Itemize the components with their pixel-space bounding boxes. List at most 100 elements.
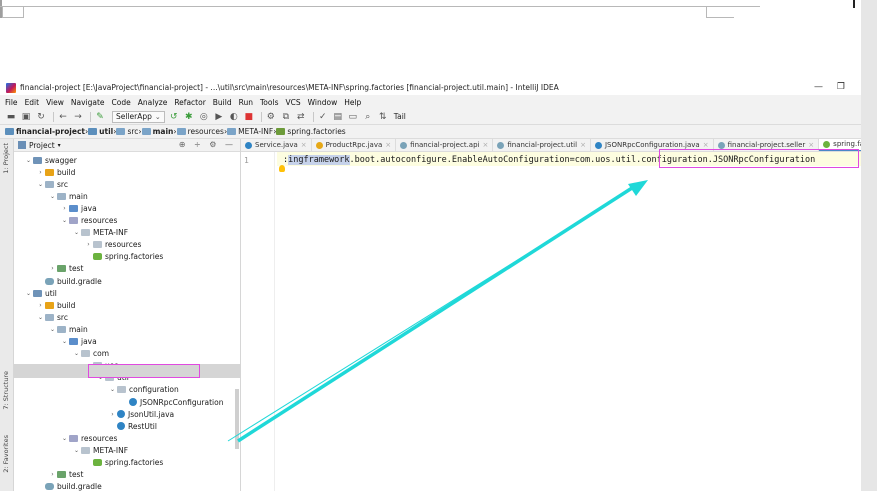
- back-icon[interactable]: ←: [57, 111, 69, 123]
- breadcrumb-item[interactable]: financial-project: [5, 127, 85, 136]
- tree-item[interactable]: › build: [36, 166, 75, 178]
- structure-tool-tab[interactable]: 7: Structure: [2, 371, 10, 410]
- tree-item[interactable]: build.gradle: [36, 275, 102, 287]
- tree-item[interactable]: JSONRpcConfiguration: [120, 396, 223, 408]
- maximize-button[interactable]: ❐: [837, 82, 845, 92]
- terminal-icon[interactable]: ▭: [347, 111, 359, 123]
- chevron-right-icon[interactable]: ›: [36, 169, 45, 176]
- tree-item[interactable]: › test: [48, 263, 83, 275]
- breadcrumb-item[interactable]: spring.factories: [276, 127, 346, 136]
- open-folder-icon[interactable]: ▬: [5, 111, 17, 123]
- close-icon[interactable]: ×: [580, 141, 586, 149]
- search-icon[interactable]: ⌕: [362, 111, 374, 123]
- chevron-down-icon[interactable]: ⌄: [60, 435, 69, 442]
- chevron-down-icon[interactable]: ▾: [58, 142, 61, 149]
- settings-wrench-icon[interactable]: ✓: [317, 111, 329, 123]
- profile-icon[interactable]: ◐: [228, 111, 240, 123]
- tree-item[interactable]: › JsonUtil.java: [108, 408, 174, 420]
- chevron-down-icon[interactable]: ⌄: [36, 181, 45, 188]
- save-all-icon[interactable]: ▣: [20, 111, 32, 123]
- project-structure-icon[interactable]: ▤: [332, 111, 344, 123]
- close-icon[interactable]: ×: [301, 141, 307, 149]
- minimize-button[interactable]: —: [814, 82, 823, 92]
- debug-icon[interactable]: ✱: [183, 111, 195, 123]
- chevron-down-icon[interactable]: ⌄: [108, 386, 117, 393]
- tree-item[interactable]: spring.factories: [84, 251, 163, 263]
- breadcrumb-item[interactable]: META-INF: [227, 127, 273, 136]
- editor-tab[interactable]: ProductRpc.java ×: [312, 139, 397, 151]
- tree-item[interactable]: RestUtil: [108, 420, 157, 432]
- menu-item-file[interactable]: File: [5, 98, 18, 107]
- gradle-icon[interactable]: ⚙: [265, 111, 277, 123]
- menu-item-run[interactable]: Run: [239, 98, 253, 107]
- chevron-down-icon[interactable]: ⌄: [24, 157, 33, 164]
- tree-item[interactable]: › test: [48, 469, 83, 481]
- editor-tab[interactable]: financial-project.util ×: [493, 139, 591, 151]
- tree-item[interactable]: ⌄ configuration: [108, 384, 179, 396]
- menu-item-help[interactable]: Help: [344, 98, 361, 107]
- diff-icon[interactable]: ⇄: [295, 111, 307, 123]
- tree-item[interactable]: ⌄ src: [36, 311, 68, 323]
- chevron-down-icon[interactable]: ⌄: [60, 217, 69, 224]
- tree-item[interactable]: ⌄ src: [36, 178, 68, 190]
- stop-icon[interactable]: ■: [243, 111, 255, 123]
- tree-item[interactable]: ⌄ main: [48, 190, 88, 202]
- editor-tab[interactable]: financial-project.api ×: [396, 139, 494, 151]
- close-icon[interactable]: ×: [703, 141, 709, 149]
- breadcrumb-item[interactable]: main: [141, 127, 173, 136]
- run-icon[interactable]: ▶: [213, 111, 225, 123]
- build-hammer-icon[interactable]: ✎: [94, 111, 106, 123]
- tree-item[interactable]: ⌄ META-INF: [72, 227, 128, 239]
- chevron-down-icon[interactable]: ⌄: [36, 314, 45, 321]
- menu-item-build[interactable]: Build: [213, 98, 232, 107]
- chevron-down-icon[interactable]: ⌄: [60, 338, 69, 345]
- chevron-right-icon[interactable]: ›: [48, 471, 57, 478]
- chevron-right-icon[interactable]: ›: [108, 411, 117, 418]
- menu-item-tools[interactable]: Tools: [260, 98, 278, 107]
- favorites-tool-tab[interactable]: 2: Favorites: [2, 435, 10, 473]
- vcs-icon[interactable]: ⇅: [377, 111, 389, 123]
- tree-item[interactable]: ⌄ swagger: [24, 154, 77, 166]
- menu-item-refactor[interactable]: Refactor: [174, 98, 205, 107]
- intention-bulb-icon[interactable]: [279, 165, 285, 172]
- tree-item[interactable]: ⌄ java: [60, 336, 97, 348]
- tree-item[interactable]: › resources: [84, 239, 141, 251]
- chevron-down-icon[interactable]: ⌄: [72, 229, 81, 236]
- chevron-down-icon[interactable]: ⌄: [72, 447, 81, 454]
- forward-icon[interactable]: →: [72, 111, 84, 123]
- close-icon[interactable]: ×: [808, 141, 814, 149]
- tree-item[interactable]: ⌄ com: [72, 348, 109, 360]
- tree-item[interactable]: build.gradle: [36, 481, 102, 491]
- chevron-down-icon[interactable]: ⌄: [48, 193, 57, 200]
- breadcrumb-item[interactable]: src: [116, 127, 138, 136]
- breadcrumb-item[interactable]: resources: [176, 127, 224, 136]
- tree-item[interactable]: ⌄ resources: [60, 215, 117, 227]
- run-configuration-select[interactable]: SellerApp ⌄: [112, 110, 165, 123]
- project-tool-tab[interactable]: 1: Project: [2, 143, 10, 174]
- tail-button[interactable]: Tail: [394, 112, 406, 121]
- tree-item[interactable]: › build: [36, 299, 75, 311]
- menu-item-analyze[interactable]: Analyze: [138, 98, 168, 107]
- tree-item[interactable]: › java: [60, 202, 96, 214]
- chevron-right-icon[interactable]: ›: [36, 302, 45, 309]
- project-view-label[interactable]: Project: [29, 141, 55, 150]
- close-icon[interactable]: ×: [482, 141, 488, 149]
- chevron-down-icon[interactable]: ⌄: [24, 290, 33, 297]
- menu-item-edit[interactable]: Edit: [25, 98, 40, 107]
- editor-tab[interactable]: Service.java ×: [241, 139, 312, 151]
- tree-item[interactable]: ⌄ main: [48, 323, 88, 335]
- menu-item-navigate[interactable]: Navigate: [71, 98, 105, 107]
- chevron-down-icon[interactable]: ⌄: [48, 326, 57, 333]
- panel-header-actions[interactable]: ⊕ ÷ ⚙ —: [179, 140, 236, 149]
- menu-item-code[interactable]: Code: [112, 98, 131, 107]
- menu-item-view[interactable]: View: [46, 98, 64, 107]
- chevron-right-icon[interactable]: ›: [84, 241, 93, 248]
- copy-icon[interactable]: ⧉: [280, 111, 292, 123]
- reload-icon[interactable]: ↺: [168, 111, 180, 123]
- chevron-right-icon[interactable]: ›: [48, 265, 57, 272]
- tree-scrollbar[interactable]: [235, 389, 239, 449]
- tree-item[interactable]: ⌄ META-INF: [72, 444, 128, 456]
- sync-icon[interactable]: ↻: [35, 111, 47, 123]
- tree-item[interactable]: ⌄ resources: [60, 432, 117, 444]
- menu-item-window[interactable]: Window: [308, 98, 338, 107]
